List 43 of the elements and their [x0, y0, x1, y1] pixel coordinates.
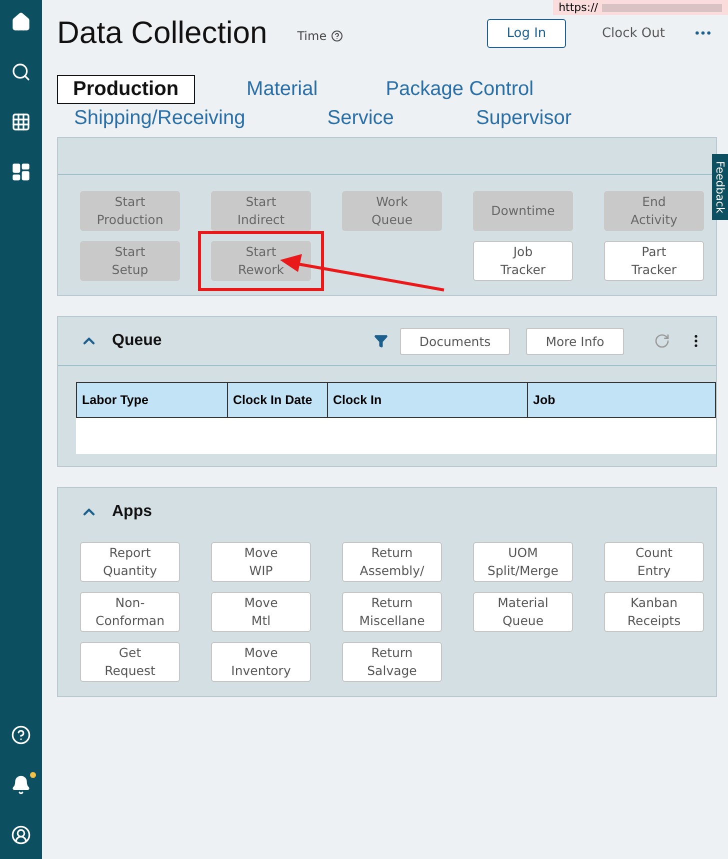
time-label: Time: [297, 29, 327, 43]
help-icon[interactable]: [330, 30, 343, 42]
app-button[interactable]: Material Queue: [473, 592, 573, 632]
app-button[interactable]: Return Assembly/: [342, 542, 442, 582]
url-tooltip: https://: [552, 0, 728, 15]
app-button[interactable]: Get Request: [80, 642, 180, 682]
filter-icon[interactable]: [374, 334, 388, 348]
grid-icon[interactable]: [11, 112, 31, 132]
bell-icon[interactable]: [11, 775, 31, 795]
tab[interactable]: Material: [230, 75, 334, 104]
app-button[interactable]: Non- Conforman: [80, 592, 180, 632]
panel-title: Queue: [112, 332, 162, 350]
tab[interactable]: Production: [57, 75, 195, 104]
column-header: Labor Type: [81, 392, 150, 409]
app-button[interactable]: Move Mtl: [211, 592, 311, 632]
tab[interactable]: Package Control: [370, 75, 550, 104]
panel-title: Apps: [112, 503, 152, 521]
tab[interactable]: Supervisor: [460, 104, 588, 133]
app-button[interactable]: Return Miscellane: [342, 592, 442, 632]
menu-button[interactable]: Job Tracker: [473, 241, 573, 281]
app-button[interactable]: Report Quantity: [80, 542, 180, 582]
app-button[interactable]: Move WIP: [211, 542, 311, 582]
more-info-button[interactable]: More Info: [526, 328, 624, 354]
home-icon[interactable]: [11, 12, 31, 32]
tab[interactable]: Shipping/Receiving: [57, 104, 262, 133]
app-button[interactable]: Kanban Receipts: [604, 592, 704, 632]
search-icon[interactable]: [11, 62, 31, 82]
app-button[interactable]: Return Salvage: [342, 642, 442, 682]
app-button[interactable]: UOM Split/Merge: [473, 542, 573, 582]
column-header: Job: [527, 383, 715, 417]
login-button[interactable]: Log In: [486, 18, 566, 48]
app-button[interactable]: Move Inventory: [211, 642, 311, 682]
tab[interactable]: Service: [311, 104, 410, 133]
app-button[interactable]: Count Entry: [604, 542, 704, 582]
column-header: Clock In: [327, 383, 527, 417]
account-icon[interactable]: [11, 825, 31, 845]
feedback-tab[interactable]: Feedback: [712, 154, 728, 220]
column-header: Clock In Date: [227, 383, 327, 417]
page-title: Data Collection: [57, 15, 268, 51]
clock-out-button[interactable]: Clock Out: [596, 24, 671, 42]
documents-button[interactable]: Documents: [400, 328, 510, 354]
dashboard-icon[interactable]: [11, 162, 31, 182]
menu-button[interactable]: Part Tracker: [604, 241, 704, 281]
